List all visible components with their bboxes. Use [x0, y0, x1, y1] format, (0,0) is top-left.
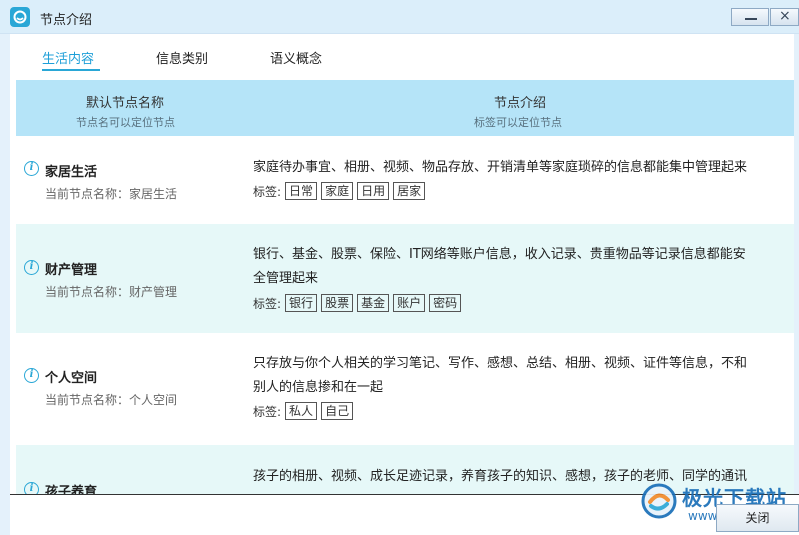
- table-row: i 财产管理 当前节点名称：财产管理 银行、基金、股票、保险、IT网络等账户信息…: [16, 224, 794, 333]
- tag-prefix: 标签:: [253, 296, 282, 311]
- column-hint-intro: 标签可以定位节点: [474, 116, 562, 129]
- window-frame-right: [794, 34, 799, 494]
- node-description: 银行、基金、股票、保险、IT网络等账户信息，收入记录、贵重物品等记录信息都能安 …: [253, 243, 793, 291]
- info-icon: i: [24, 161, 39, 176]
- description-line: 全管理起来: [253, 271, 319, 286]
- description-line: 只存放与你个人相关的学习笔记、写作、感想、总结、相册、视频、证件等信息，不和: [253, 356, 748, 371]
- tab-semantic-concept[interactable]: 语义概念: [270, 48, 322, 67]
- description-line: 别人的信息掺和在一起: [253, 380, 384, 395]
- node-title[interactable]: 个人空间: [45, 367, 97, 386]
- node-title[interactable]: 孩子养育: [45, 481, 97, 494]
- window-close-button[interactable]: ×: [770, 8, 799, 26]
- table-row: i 家居生活 当前节点名称：家居生活 家庭待办事宜、相册、视频、物品存放、开销清…: [16, 136, 794, 224]
- tab-life-content[interactable]: 生活内容: [42, 48, 94, 67]
- minimize-button[interactable]: [731, 8, 769, 26]
- title-bar: 节点介绍 ×: [0, 0, 799, 34]
- close-button[interactable]: 关闭: [716, 504, 799, 532]
- window-frame-left: [0, 34, 10, 535]
- tag[interactable]: 自己: [321, 402, 354, 420]
- close-icon: ×: [779, 8, 791, 24]
- tag[interactable]: 银行: [285, 294, 318, 312]
- tab-info-category[interactable]: 信息类别: [156, 48, 208, 67]
- column-hint-default-name: 节点名可以定位节点: [76, 116, 175, 129]
- node-list[interactable]: i 家居生活 当前节点名称：家居生活 家庭待办事宜、相册、视频、物品存放、开销清…: [16, 136, 794, 494]
- node-description: 家庭待办事宜、相册、视频、物品存放、开销清单等家庭琐碎的信息都能集中管理起来: [253, 156, 793, 180]
- active-tab-indicator: [42, 69, 100, 71]
- tag[interactable]: 日常: [285, 182, 318, 200]
- minimize-icon: [745, 18, 757, 20]
- node-current-name: 当前节点名称：个人空间: [45, 393, 178, 407]
- tag-line: 标签: 日常 家庭 日用 居家: [253, 182, 426, 200]
- tag-prefix: 标签:: [253, 184, 282, 199]
- node-current-name: 当前节点名称：家居生活: [45, 187, 178, 201]
- tag[interactable]: 基金: [357, 294, 390, 312]
- tag-line: 标签: 银行 股票 基金 账户 密码: [253, 294, 462, 312]
- app-logo-icon: [10, 7, 30, 27]
- watermark-logo-icon: [640, 482, 678, 520]
- info-icon: i: [24, 482, 39, 494]
- tag[interactable]: 股票: [321, 294, 354, 312]
- column-header-intro: 节点介绍: [494, 96, 547, 111]
- info-icon: i: [24, 260, 39, 275]
- tag[interactable]: 日用: [357, 182, 390, 200]
- node-title[interactable]: 财产管理: [45, 259, 97, 278]
- tag[interactable]: 家庭: [321, 182, 354, 200]
- info-icon: i: [24, 368, 39, 383]
- column-header-default-name: 默认节点名称: [86, 96, 165, 111]
- tab-bar: 生活内容 信息类别 语义概念: [16, 36, 794, 78]
- description-line: 银行、基金、股票、保险、IT网络等账户信息，收入记录、贵重物品等记录信息都能安: [253, 247, 746, 262]
- description-line: 家庭待办事宜、相册、视频、物品存放、开销清单等家庭琐碎的信息都能集中管理起来: [253, 160, 748, 175]
- node-current-name: 当前节点名称：财产管理: [45, 285, 178, 299]
- tag[interactable]: 密码: [429, 294, 462, 312]
- table-row: i 个人空间 当前节点名称：个人空间 只存放与你个人相关的学习笔记、写作、感想、…: [16, 333, 794, 445]
- node-description: 只存放与你个人相关的学习笔记、写作、感想、总结、相册、视频、证件等信息，不和 别…: [253, 352, 793, 400]
- tag[interactable]: 居家: [393, 182, 426, 200]
- table-header: 默认节点名称 节点名可以定位节点 节点介绍 标签可以定位节点: [16, 80, 794, 136]
- tag[interactable]: 账户: [393, 294, 426, 312]
- tag-prefix: 标签:: [253, 404, 282, 419]
- window-title: 节点介绍: [40, 13, 93, 28]
- tag[interactable]: 私人: [285, 402, 318, 420]
- node-title[interactable]: 家居生活: [45, 161, 97, 180]
- tag-line: 标签: 私人 自己: [253, 402, 354, 420]
